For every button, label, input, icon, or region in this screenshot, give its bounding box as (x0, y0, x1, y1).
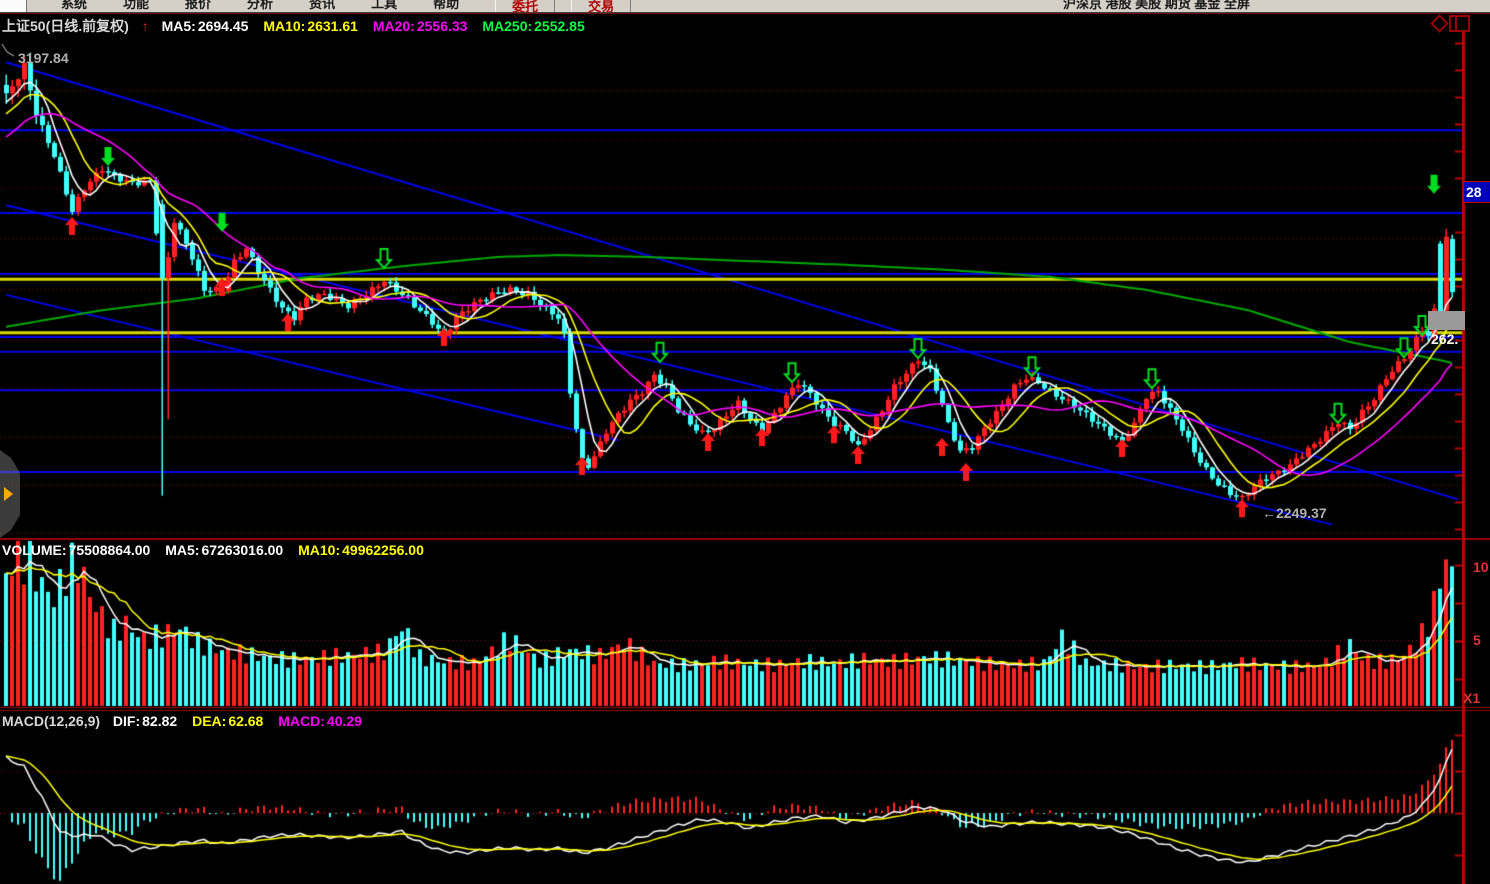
trading-terminal: { "toolbar": { "items": ["系统","功能","报价",… (0, 0, 1490, 884)
dea-readout: DEA:62.68 (192, 713, 265, 729)
expand-arrow-icon (4, 487, 13, 501)
chart-canvas[interactable] (0, 0, 1490, 884)
dif-readout: DIF:82.82 (113, 713, 179, 729)
menu-item-5[interactable]: 工具 (371, 0, 397, 12)
volume-ma5-readout: MA5:67263016.00 (165, 542, 285, 558)
axis-price-badge: 28 (1464, 181, 1490, 203)
menu-item-3[interactable]: 分析 (247, 0, 273, 12)
volume-axis-tick-top: 10 (1473, 559, 1489, 575)
trade-button[interactable]: 交易 (571, 0, 631, 13)
ma10-readout: MA10:2631.61 (263, 18, 360, 34)
current-price-box (1428, 311, 1465, 330)
macd-title: MACD(12,26,9) (2, 713, 100, 729)
macd-header: MACD(12,26,9) DIF:82.82 DEA:62.68 MACD:4… (2, 713, 373, 729)
ma20-readout: MA20:2556.33 (373, 18, 470, 34)
app-icon[interactable] (0, 0, 27, 12)
menu-item-0[interactable]: 系统 (61, 0, 87, 12)
low-price-label: ←2249.37 (1262, 505, 1327, 521)
volume-ma10-readout: MA10:49962256.00 (298, 542, 426, 558)
volume-axis-multiplier: X1 (1463, 690, 1480, 706)
menu-item-6[interactable]: 帮助 (433, 0, 459, 12)
macd-readout: MACD:40.29 (278, 713, 364, 729)
last-price-tag: 262. (1431, 331, 1458, 347)
top-menu-bar: 系统 功能 报价 分析 资讯 工具 帮助 委托 交易 沪深京 港股 美股 期货 … (0, 0, 1490, 13)
toolbar-right-links[interactable]: 沪深京 港股 美股 期货 基金 全屏 (1063, 0, 1250, 12)
main-chart-header: 上证50(日线.前复权) ↑ MA5:2694.45 MA10:2631.61 … (2, 16, 596, 36)
signal-up-arrow-icon: ↑ (142, 18, 149, 34)
peak-price-label: 3197.84 (18, 50, 69, 66)
menu-item-4[interactable]: 资讯 (309, 0, 335, 12)
volume-header: VOLUME:75508864.00 MA5:67263016.00 MA10:… (2, 542, 435, 558)
volume-readout: VOLUME:75508864.00 (2, 542, 152, 558)
window-layout-icon[interactable] (1449, 15, 1470, 32)
menu-item-1[interactable]: 功能 (123, 0, 149, 12)
order-button[interactable]: 委托 (495, 0, 555, 13)
symbol-title: 上证50(日线.前复权) (2, 18, 129, 34)
menu-item-2[interactable]: 报价 (185, 0, 211, 12)
ma5-readout: MA5:2694.45 (162, 18, 251, 34)
ma250-readout: MA250:2552.85 (482, 18, 586, 34)
volume-axis-tick-mid: 5 (1473, 632, 1481, 648)
